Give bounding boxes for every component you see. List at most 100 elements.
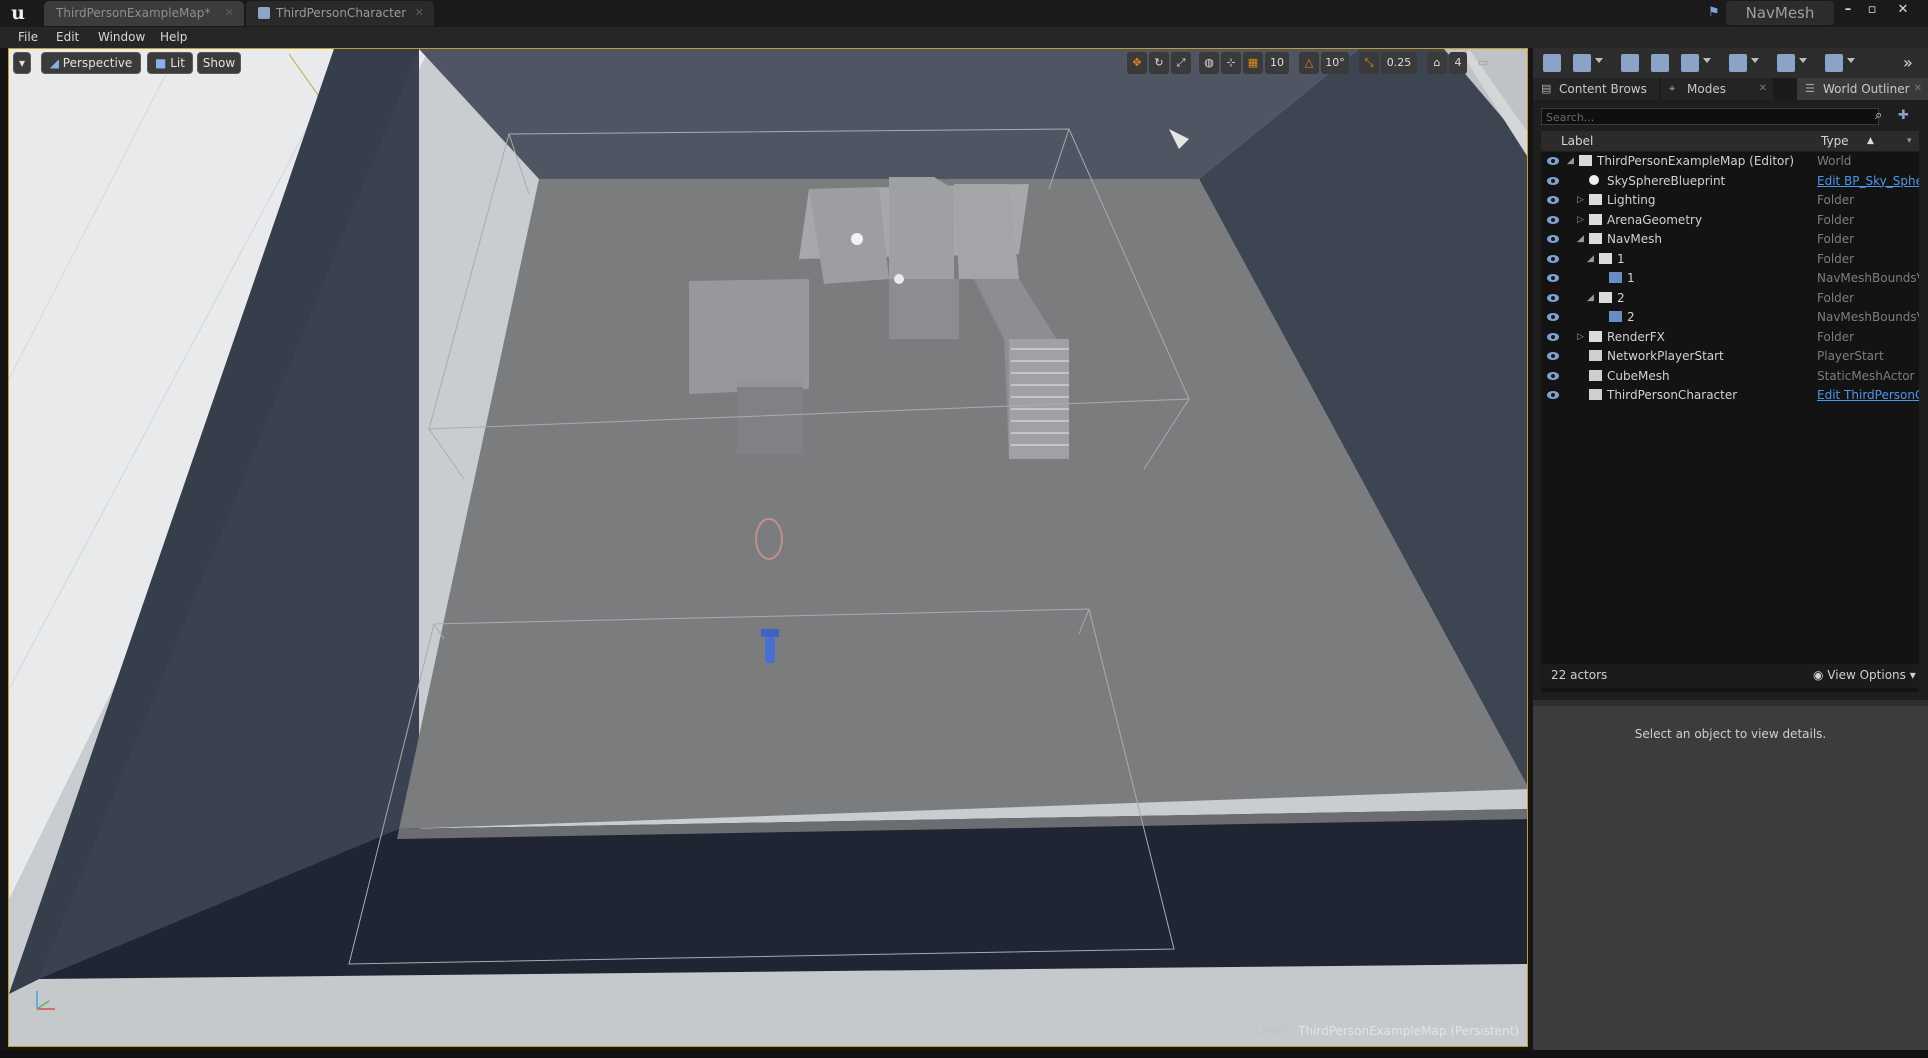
level-viewport[interactable]: ▾ ◢ Perspective ■ Lit Show ✥ ↻ ⤢ ◍ ⊹ ▦ 1… [8,48,1528,1047]
visibility-eye-icon[interactable] [1547,313,1559,321]
tab-world-outliner[interactable]: ☰ World Outliner ✕ [1797,78,1928,100]
chevron-down-icon[interactable] [1703,58,1711,63]
viewport-scene[interactable] [9,49,1528,1047]
maximize-button[interactable]: ▫ [1862,2,1882,20]
expanded-arrow-icon[interactable]: ◢ [1587,250,1597,268]
outliner-row[interactable]: ▷ RenderFX Folder [1541,328,1919,346]
visibility-eye-icon[interactable] [1547,371,1559,380]
chevron-down-icon[interactable] [1595,58,1603,63]
world-space-icon[interactable]: ◍ [1199,52,1219,74]
visibility-eye-icon[interactable] [1547,215,1559,224]
chevron-down-icon[interactable]: ▾ [1907,131,1912,151]
viewport-options-button[interactable]: ▾ [13,52,31,74]
outliner-row[interactable]: CubeMesh StaticMeshActor [1541,367,1919,385]
visibility-eye-icon[interactable] [1547,176,1559,185]
visibility-eye-icon[interactable] [1547,196,1559,204]
edit-blueprint-link[interactable]: Edit ThirdPersonC [1817,386,1919,404]
translate-tool-icon[interactable]: ✥ [1127,52,1147,74]
outliner-row[interactable]: ◢ NavMesh Folder [1541,230,1919,248]
menu-file[interactable]: File [18,27,38,48]
menu-edit[interactable]: Edit [56,27,79,48]
outliner-row[interactable]: ◢ 1 Folder [1541,250,1919,268]
visibility-eye-icon[interactable] [1547,274,1559,282]
column-label[interactable]: Label [1561,131,1593,151]
outliner-row[interactable]: ▷ ArenaGeometry Folder [1541,211,1919,229]
tab-third-person-example-map[interactable]: ThirdPersonExampleMap* ✕ [44,1,244,26]
build-icon[interactable] [1825,54,1843,72]
content-icon[interactable] [1621,54,1639,72]
visibility-eye-icon[interactable] [1547,332,1559,341]
visibility-eye-icon[interactable] [1547,352,1559,360]
scale-tool-icon[interactable]: ⤢ [1171,52,1191,74]
add-filter-icon[interactable]: ✚ [1898,108,1914,124]
visibility-eye-icon[interactable] [1547,157,1559,165]
marketplace-icon[interactable] [1651,54,1669,72]
grid-snap-icon[interactable]: ▦ [1243,52,1263,74]
expanded-arrow-icon[interactable]: ◢ [1587,289,1597,307]
visibility-eye-icon[interactable] [1547,254,1559,263]
scale-snap-icon[interactable]: ⤡ [1359,52,1379,74]
search-icon[interactable]: ⌕ [1875,108,1891,124]
outliner-search-input[interactable]: Search... [1541,108,1879,125]
scale-snap-value[interactable]: 0.25 [1381,52,1417,74]
menu-window[interactable]: Window [98,27,145,48]
outliner-row[interactable]: SkySphereBlueprint Edit BP_Sky_Sphe [1541,172,1919,190]
visibility-eye-icon[interactable] [1547,293,1559,302]
show-button[interactable]: Show [197,52,241,74]
blueprints-icon[interactable] [1729,54,1747,72]
outliner-row[interactable]: 2 NavMeshBoundsVc [1541,308,1919,326]
player-start-icon [1589,350,1602,361]
rotation-snap-icon[interactable]: △ [1299,52,1319,74]
row-type: World [1817,154,1852,168]
cinematics-icon[interactable] [1777,54,1795,72]
expanded-arrow-icon[interactable]: ◢ [1567,152,1577,170]
close-icon[interactable]: ✕ [1759,78,1767,100]
outliner-row[interactable]: ◢ 2 Folder [1541,289,1919,307]
unreal-logo-icon: u [11,2,25,24]
chevron-down-icon[interactable] [1799,58,1807,63]
row-type: NavMeshBoundsVc [1817,310,1919,324]
view-options-button[interactable]: ◉ View Options ▾ [1813,668,1916,682]
edit-blueprint-link[interactable]: Edit BP_Sky_Sphe [1817,172,1919,190]
tab-close-icon[interactable]: ✕ [415,1,424,25]
row-label: 2 [1617,290,1625,305]
tab-modes[interactable]: ⌖ Modes ✕ [1661,78,1773,100]
collapsed-arrow-icon[interactable]: ▷ [1577,328,1587,346]
outliner-row[interactable]: ▷ Lighting Folder [1541,191,1919,209]
settings-icon[interactable] [1681,54,1699,72]
expand-toolbar-icon[interactable]: » [1903,53,1923,73]
tab-close-icon[interactable]: ✕ [225,1,234,25]
column-type[interactable]: Type [1821,131,1849,151]
outliner-row[interactable]: NetworkPlayerStart PlayerStart [1541,347,1919,365]
chevron-down-icon[interactable] [1751,58,1759,63]
camera-speed-icon[interactable]: ⌂ [1427,52,1447,74]
tab-content-browser[interactable]: ▤ Content Brows [1533,78,1659,100]
close-icon[interactable]: ✕ [1914,78,1922,100]
source-control-icon[interactable] [1573,54,1591,72]
chevron-down-icon[interactable] [1847,58,1855,63]
visibility-eye-icon[interactable] [1547,391,1559,399]
minimize-button[interactable]: – [1838,2,1858,20]
surface-snap-icon[interactable]: ⊹ [1221,52,1241,74]
menu-help[interactable]: Help [160,27,187,48]
maximize-viewport-icon[interactable]: ▭ [1475,52,1491,74]
rotate-tool-icon[interactable]: ↻ [1149,52,1169,74]
camera-speed-value[interactable]: 4 [1449,52,1467,74]
outliner-row[interactable]: ThirdPersonCharacter Edit ThirdPersonC [1541,386,1919,404]
sort-ascending-icon[interactable]: ▲ [1867,131,1874,151]
visibility-eye-icon[interactable] [1547,235,1559,243]
close-window-button[interactable]: ✕ [1893,2,1913,20]
collapsed-arrow-icon[interactable]: ▷ [1577,191,1587,209]
perspective-button[interactable]: ◢ Perspective [41,52,141,74]
collapsed-arrow-icon[interactable]: ▷ [1577,211,1587,229]
expanded-arrow-icon[interactable]: ◢ [1577,230,1587,248]
navmesh-bounds-icon [1609,272,1622,283]
lit-button[interactable]: ■ Lit [147,52,193,74]
rotation-snap-value[interactable]: 10° [1321,52,1349,74]
grid-snap-value[interactable]: 10 [1265,52,1289,74]
tab-third-person-character[interactable]: ThirdPersonCharacter ✕ [246,1,434,26]
outliner-row[interactable]: 1 NavMeshBoundsVc [1541,269,1919,287]
tab-label: Modes [1687,82,1726,96]
outliner-row[interactable]: ◢ ThirdPersonExampleMap (Editor) World [1541,152,1919,170]
save-icon[interactable] [1543,54,1561,72]
